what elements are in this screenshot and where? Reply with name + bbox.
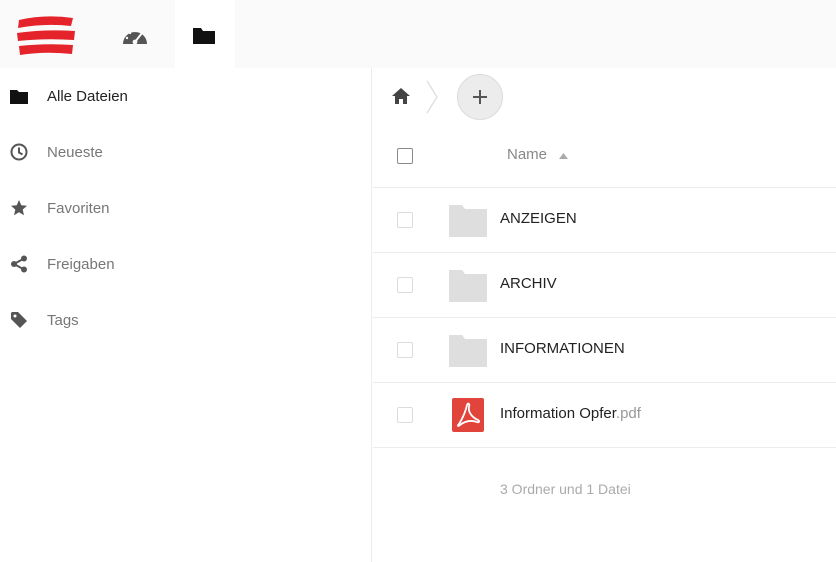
file-summary: 3 Ordner und 1 Datei <box>500 481 631 497</box>
folder-icon <box>449 335 487 367</box>
sort-ascending-icon <box>559 146 569 163</box>
table-row[interactable]: INFORMATIONEN <box>373 318 836 383</box>
sidebar-item-label: Alle Dateien <box>47 87 128 105</box>
file-table-header: Name <box>373 128 836 188</box>
breadcrumb-separator-icon <box>426 80 438 114</box>
star-icon <box>9 198 29 218</box>
logo[interactable] <box>15 14 77 56</box>
table-row[interactable]: ANZEIGEN <box>373 188 836 253</box>
row-checkbox[interactable] <box>397 212 413 228</box>
sidebar-item-label: Neueste <box>47 143 103 161</box>
column-label: Name <box>507 146 548 163</box>
row-checkbox[interactable] <box>397 407 413 423</box>
new-file-button[interactable] <box>457 74 503 120</box>
file-name: Information Opfer.pdf <box>500 405 641 422</box>
select-all-checkbox[interactable] <box>397 148 413 164</box>
file-name: ANZEIGEN <box>500 210 577 227</box>
folder-icon <box>9 86 29 106</box>
sidebar-item-shares[interactable]: Freigaben <box>0 236 372 292</box>
sidebar-item-label: Freigaben <box>47 255 115 273</box>
sidebar-item-label: Tags <box>47 311 79 329</box>
file-name: INFORMATIONEN <box>500 340 625 357</box>
dashboard-gauge-icon[interactable] <box>119 22 151 48</box>
table-row[interactable]: ARCHIV <box>373 253 836 318</box>
sidebar-item-tags[interactable]: Tags <box>0 292 372 348</box>
folder-icon[interactable] <box>190 24 218 46</box>
file-name: ARCHIV <box>500 275 557 292</box>
table-row[interactable]: Information Opfer.pdf <box>373 383 836 448</box>
pdf-file-icon <box>452 398 484 432</box>
folder-icon <box>449 270 487 302</box>
home-icon[interactable] <box>389 84 413 108</box>
app-navigation: Alle Dateien Neueste Favoriten Freigaben… <box>0 68 372 562</box>
row-checkbox[interactable] <box>397 342 413 358</box>
tag-icon <box>9 310 29 330</box>
sidebar-item-favorites[interactable]: Favoriten <box>0 180 372 236</box>
plus-icon <box>473 90 487 104</box>
app-header <box>0 0 836 68</box>
sidebar-item-label: Favoriten <box>47 199 110 217</box>
folder-icon <box>449 205 487 237</box>
clock-icon <box>9 142 29 162</box>
sidebar-item-recent[interactable]: Neueste <box>0 124 372 180</box>
share-icon <box>9 254 29 274</box>
name-column-header[interactable]: Name <box>507 146 569 163</box>
sidebar-item-all-files[interactable]: Alle Dateien <box>0 68 372 124</box>
file-list-area: Name ANZEIGEN ARCHIV INFORMATIONEN Infor… <box>373 68 836 562</box>
row-checkbox[interactable] <box>397 277 413 293</box>
breadcrumb <box>373 68 836 124</box>
